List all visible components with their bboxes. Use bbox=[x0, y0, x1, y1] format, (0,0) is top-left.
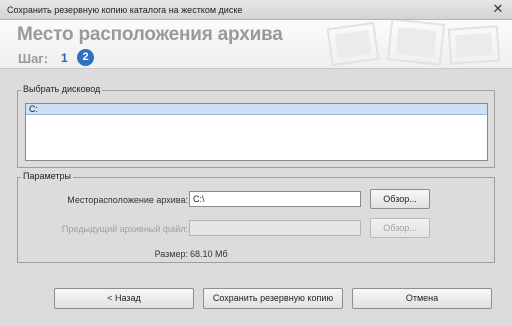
window-title: Сохранить резервную копию каталога на же… bbox=[7, 5, 243, 15]
params-group: Параметры Месторасположение архива: C:\ … bbox=[17, 171, 495, 263]
step-2-current: 2 bbox=[77, 49, 94, 66]
page-title: Место расположения архива bbox=[17, 24, 283, 45]
wizard-header: Место расположения архива Шаг: 1 2 bbox=[0, 20, 512, 69]
browse-button[interactable]: Обзор... bbox=[370, 189, 430, 209]
size-label: Размер: bbox=[154, 249, 188, 259]
location-field[interactable]: C:\ bbox=[189, 191, 361, 207]
save-backup-button[interactable]: Сохранить резервную копию bbox=[203, 288, 343, 309]
step-label: Шаг: bbox=[18, 51, 49, 66]
list-item[interactable]: C: bbox=[26, 104, 487, 115]
drive-list[interactable]: C: bbox=[25, 103, 488, 161]
params-group-legend: Параметры bbox=[21, 171, 73, 181]
drive-group-legend: Выбрать дисковод bbox=[21, 84, 103, 94]
header-decoration bbox=[326, 20, 501, 67]
close-icon[interactable]: ✕ bbox=[490, 1, 506, 18]
title-bar: Сохранить резервную копию каталога на же… bbox=[0, 0, 512, 20]
size-value: 68.10 Мб bbox=[190, 249, 228, 259]
cancel-button[interactable]: Отмена bbox=[352, 288, 492, 309]
prev-browse-button[interactable]: Обзор... bbox=[370, 218, 430, 238]
step-1-link[interactable]: 1 bbox=[61, 51, 68, 65]
prev-file-label: Предыдущий архивный файл: bbox=[61, 224, 188, 234]
back-button[interactable]: < Назад bbox=[54, 288, 194, 309]
drive-group: Выбрать дисковод C: bbox=[17, 84, 495, 168]
location-label: Месторасположение архива: bbox=[67, 195, 188, 205]
prev-file-field[interactable] bbox=[189, 220, 361, 236]
